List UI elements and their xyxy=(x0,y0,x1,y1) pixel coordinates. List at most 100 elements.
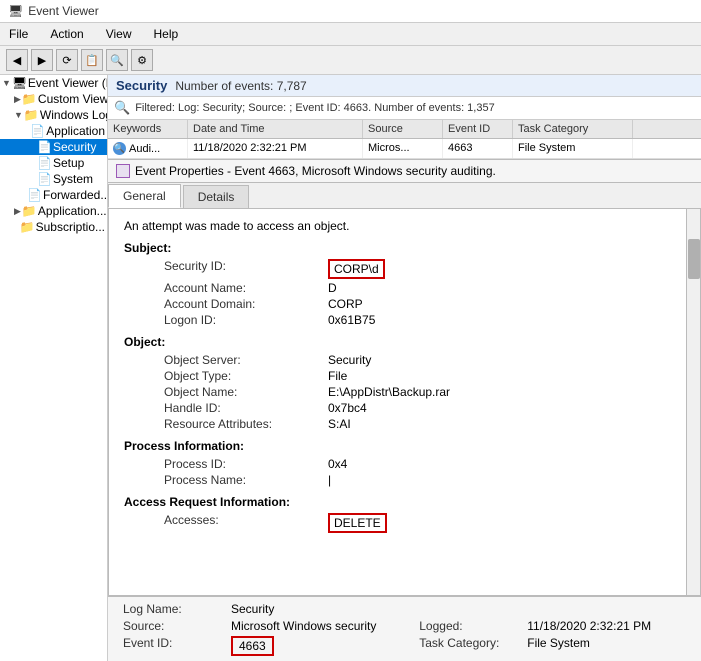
tree-label-subscriptions: Subscriptio... xyxy=(36,220,105,234)
log-icon-sys: 📄 xyxy=(37,172,51,186)
menu-view[interactable]: View xyxy=(101,25,137,43)
tree-item-application[interactable]: 📄 Application xyxy=(0,123,107,139)
filter-text: Filtered: Log: Security; Source: ; Event… xyxy=(135,102,495,114)
tabs-container: General Details xyxy=(108,183,701,209)
resource-attr-label: Resource Attributes: xyxy=(164,417,324,431)
process-info-label: Process Information: xyxy=(124,439,680,453)
app-icon: 🖥 xyxy=(8,4,23,18)
bottom-info-grid: Log Name: Security Source: Microsoft Win… xyxy=(123,602,686,656)
title-bar: 🖥 Event Viewer xyxy=(0,0,701,23)
accesses-value: DELETE xyxy=(328,513,680,533)
menu-file[interactable]: File xyxy=(4,25,33,43)
refresh-button[interactable]: ⟳ xyxy=(56,49,78,71)
menu-bar: File Action View Help xyxy=(0,23,701,46)
title-text: Event Viewer xyxy=(28,4,98,18)
cell-keyword: 🔍 Audi... xyxy=(108,139,188,158)
logged-value: 11/18/2020 2:32:21 PM xyxy=(527,619,686,633)
acct-name-label: Account Name: xyxy=(164,281,324,295)
log-name-value: Security xyxy=(231,602,411,616)
security-header: Security Number of events: 7,787 xyxy=(108,75,701,97)
props-icon xyxy=(116,164,130,178)
keyword-text: Audi... xyxy=(129,143,160,155)
obj-type-value: File xyxy=(328,369,680,383)
main-container: ▼ 🖥 Event Viewer (Local) ▶ 📁 Custom View… xyxy=(0,75,701,661)
tree-item-apps-services[interactable]: ▶ 📁 Application... xyxy=(0,203,107,219)
tree-label-application: Application xyxy=(46,124,105,138)
accesses-label: Accesses: xyxy=(164,513,324,533)
col-datetime[interactable]: Date and Time xyxy=(188,120,363,138)
cell-eventid: 4663 xyxy=(443,139,513,158)
folder-icon-sub: 📁 xyxy=(20,220,34,234)
object-fields: Object Server: Security Object Type: Fil… xyxy=(164,353,680,431)
event-count: Number of events: 7,787 xyxy=(175,79,306,93)
scrollbar[interactable] xyxy=(686,209,700,595)
process-id-label: Process ID: xyxy=(164,457,324,471)
event-props-header: Event Properties - Event 4663, Microsoft… xyxy=(108,159,701,183)
col-keywords[interactable]: Keywords xyxy=(108,120,188,138)
intro-text: An attempt was made to access an object. xyxy=(124,219,680,233)
audit-icon: 🔍 xyxy=(113,142,126,155)
security-title: Security xyxy=(116,78,167,93)
expand-icon: ▼ xyxy=(2,78,11,88)
filter-button[interactable]: 🔍 xyxy=(106,49,128,71)
process-name-label: Process Name: xyxy=(164,473,324,487)
tree-item-forwarded[interactable]: 📄 Forwarded... xyxy=(0,187,107,203)
col-taskcategory[interactable]: Task Category xyxy=(513,120,633,138)
menu-action[interactable]: Action xyxy=(45,25,88,43)
toolbar: ◀ ▶ ⟳ 📋 🔍 ⚙ xyxy=(0,46,701,75)
tree-item-custom-views[interactable]: ▶ 📁 Custom Views xyxy=(0,91,107,107)
log-icon-fwd: 📄 xyxy=(27,188,41,202)
sec-id-label: Security ID: xyxy=(164,259,324,279)
tree-item-system[interactable]: 📄 System xyxy=(0,171,107,187)
tab-details[interactable]: Details xyxy=(183,185,250,208)
logon-id-value: 0x61B75 xyxy=(328,313,680,327)
logon-id-label: Logon ID: xyxy=(164,313,324,327)
tree-item-windows-logs[interactable]: ▼ 📁 Windows Logs xyxy=(0,107,107,123)
taskcategory-value: File System xyxy=(527,636,686,656)
cell-source: Micros... xyxy=(363,139,443,158)
scrollbar-thumb[interactable] xyxy=(688,239,700,279)
content-area[interactable]: An attempt was made to access an object.… xyxy=(108,209,701,596)
bottom-panel: Log Name: Security Source: Microsoft Win… xyxy=(108,596,701,661)
tree-label-security: Security xyxy=(53,140,96,154)
folder-icon-wl: 📁 xyxy=(24,108,38,122)
filter-icon: 🔍 xyxy=(114,100,130,116)
expand-icon-wl: ▼ xyxy=(14,110,23,120)
cell-datetime: 11/18/2020 2:32:21 PM xyxy=(188,139,363,158)
cell-taskcategory: File System xyxy=(513,139,633,158)
filter-bar: 🔍 Filtered: Log: Security; Source: ; Eve… xyxy=(108,97,701,120)
handle-id-value: 0x7bc4 xyxy=(328,401,680,415)
acct-domain-value: CORP xyxy=(328,297,680,311)
properties-button[interactable]: ⚙ xyxy=(131,49,153,71)
process-fields: Process ID: 0x4 Process Name: | xyxy=(164,457,680,487)
log-icon-app: 📄 xyxy=(30,124,44,138)
menu-help[interactable]: Help xyxy=(149,25,184,43)
col-eventid[interactable]: Event ID xyxy=(443,120,513,138)
access-fields: Accesses: DELETE xyxy=(164,513,680,533)
delete-highlight: DELETE xyxy=(328,513,387,533)
tree-item-subscriptions[interactable]: 📁 Subscriptio... xyxy=(0,219,107,235)
source-value: Microsoft Windows security xyxy=(231,619,411,633)
folder-icon-as: 📁 xyxy=(22,204,36,218)
folder-icon-cv: 📁 xyxy=(22,92,36,106)
taskcategory-label: Task Category: xyxy=(419,636,519,656)
obj-server-label: Object Server: xyxy=(164,353,324,367)
computer-icon: 🖥 xyxy=(12,76,26,90)
source-label: Source: xyxy=(123,619,223,633)
forward-button[interactable]: ▶ xyxy=(31,49,53,71)
obj-server-value: Security xyxy=(328,353,680,367)
tree-item-setup[interactable]: 📄 Setup xyxy=(0,155,107,171)
subject-fields: Security ID: CORP\d Account Name: D Acco… xyxy=(164,259,680,327)
tab-general[interactable]: General xyxy=(108,184,181,208)
acct-name-value: D xyxy=(328,281,680,295)
expand-icon-as: ▶ xyxy=(14,206,21,217)
table-row[interactable]: 🔍 Audi... 11/18/2020 2:32:21 PM Micros..… xyxy=(108,139,701,159)
tree-item-security[interactable]: 📄 Security xyxy=(0,139,107,155)
tree-item-root[interactable]: ▼ 🖥 Event Viewer (Local) xyxy=(0,75,107,91)
tree-label-windows-logs: Windows Logs xyxy=(40,108,107,122)
process-name-value: | xyxy=(328,473,680,487)
col-source[interactable]: Source xyxy=(363,120,443,138)
tree-label-system: System xyxy=(53,172,93,186)
copy-button[interactable]: 📋 xyxy=(81,49,103,71)
back-button[interactable]: ◀ xyxy=(6,49,28,71)
